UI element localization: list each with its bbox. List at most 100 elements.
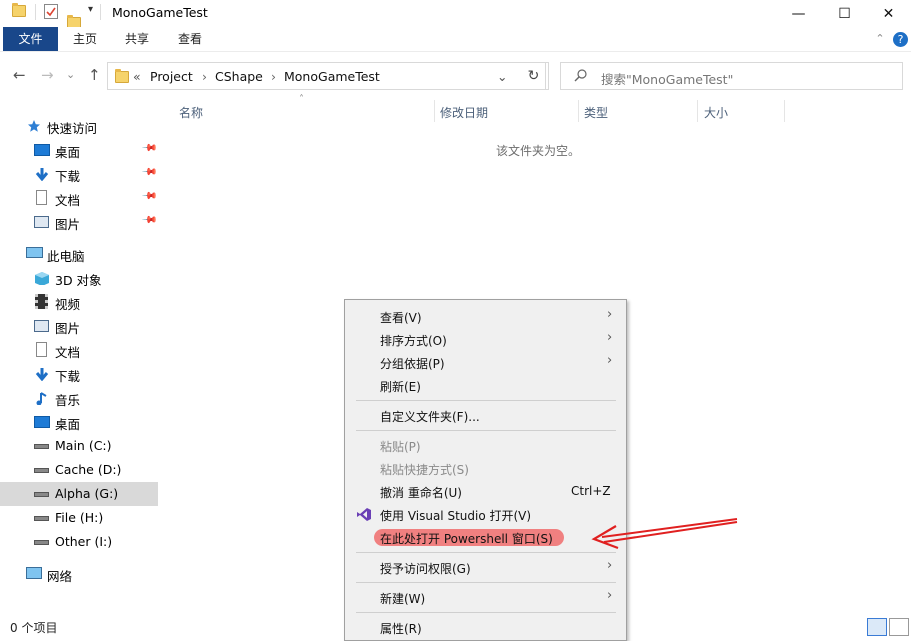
nav-3d-objects[interactable]: 3D 对象 <box>0 266 158 290</box>
column-divider[interactable] <box>784 100 785 122</box>
menu-label: 属性(R) <box>380 622 422 636</box>
menu-item-sort[interactable]: 排序方式(O) › <box>345 328 626 351</box>
nav-drive-h[interactable]: File (H:) <box>0 506 158 530</box>
pin-icon[interactable]: 📌 <box>141 212 158 229</box>
menu-item-properties[interactable]: 属性(R) <box>345 616 626 639</box>
ribbon-collapse-icon[interactable]: ⌃ <box>872 27 888 51</box>
breadcrumb-separator[interactable]: › <box>202 69 207 84</box>
pin-icon[interactable]: 📌 <box>141 140 158 157</box>
column-name[interactable]: 名称 <box>179 104 203 121</box>
nav-pc-downloads[interactable]: 下载 <box>0 362 158 386</box>
menu-label: 查看(V) <box>380 311 422 325</box>
column-type[interactable]: 类型 <box>584 104 608 121</box>
nav-label: File (H:) <box>55 510 104 525</box>
menu-item-new[interactable]: 新建(W) › <box>345 586 626 609</box>
nav-label: 网络 <box>47 569 73 584</box>
nav-pc-pictures[interactable]: 图片 <box>0 314 158 338</box>
item-count: 0 个项目 <box>10 621 58 635</box>
nav-label: Main (C:) <box>55 438 112 453</box>
nav-pictures[interactable]: 图片 📌 <box>0 210 158 234</box>
ribbon: 文件 主页 共享 查看 ⌃ ? <box>0 27 911 52</box>
breadcrumb-cshape[interactable]: CShape <box>215 69 263 84</box>
nav-pc-desktop[interactable]: 桌面 <box>0 410 158 434</box>
sort-indicator-icon: ˄ <box>299 94 304 105</box>
nav-documents[interactable]: 文档 📌 <box>0 186 158 210</box>
recent-locations-button[interactable]: ⌄ <box>66 68 75 81</box>
menu-item-view[interactable]: 查看(V) › <box>345 305 626 328</box>
nav-label: 下载 <box>55 169 81 184</box>
desktop-icon <box>34 416 50 428</box>
nav-quick-access[interactable]: 快速访问 <box>0 114 158 138</box>
breadcrumb-separator[interactable]: › <box>271 69 276 84</box>
menu-item-customize[interactable]: 自定义文件夹(F)... <box>345 404 626 427</box>
address-bar[interactable]: « Project › CShape › MonoGameTest ⌄ <box>107 62 546 90</box>
column-divider[interactable] <box>697 100 698 122</box>
divider <box>35 4 36 20</box>
empty-folder-message: 该文件夹为空。 <box>496 144 581 158</box>
nav-label: 视频 <box>55 297 81 312</box>
help-icon[interactable]: ? <box>893 32 908 47</box>
tab-view[interactable]: 查看 <box>171 27 209 51</box>
address-dropdown-icon[interactable]: ⌄ <box>497 69 507 84</box>
quick-access-dropdown-icon[interactable]: ▾ <box>88 4 93 15</box>
tab-share[interactable]: 共享 <box>118 27 156 51</box>
menu-item-refresh[interactable]: 刷新(E) <box>345 374 626 397</box>
tab-home[interactable]: 主页 <box>66 27 104 51</box>
details-view-button[interactable] <box>867 618 887 636</box>
menu-item-grant-access[interactable]: 授予访问权限(G) › <box>345 556 626 579</box>
visual-studio-icon <box>357 508 371 521</box>
column-size[interactable]: 大小 <box>704 104 728 121</box>
search-placeholder: 搜索"MonoGameTest" <box>601 72 734 87</box>
properties-icon[interactable] <box>44 4 58 19</box>
up-button[interactable]: ↑ <box>88 66 101 84</box>
submenu-arrow-icon: › <box>607 330 613 345</box>
download-icon <box>35 168 49 181</box>
nav-music[interactable]: 音乐 <box>0 386 158 410</box>
download-icon <box>35 368 49 381</box>
nav-label: 文档 <box>55 345 81 360</box>
menu-label: 分组依据(P) <box>380 357 445 371</box>
menu-item-paste[interactable]: 粘贴(P) <box>345 434 626 457</box>
nav-this-pc[interactable]: 此电脑 <box>0 242 158 266</box>
forward-button[interactable]: → <box>41 66 54 84</box>
menu-item-paste-shortcut[interactable]: 粘贴快捷方式(S) <box>345 457 626 480</box>
back-button[interactable]: ← <box>13 66 26 84</box>
breadcrumb-monogametest[interactable]: MonoGameTest <box>284 69 380 84</box>
menu-label: 在此处打开 Powershell 窗口(S) <box>380 532 553 546</box>
pin-icon[interactable]: 📌 <box>141 188 158 205</box>
column-modified[interactable]: 修改日期 <box>440 104 488 121</box>
nav-drive-g[interactable]: Alpha (G:) <box>0 482 158 506</box>
nav-network[interactable]: 网络 <box>0 562 158 586</box>
column-divider[interactable] <box>578 100 579 122</box>
search-input[interactable]: 搜索"MonoGameTest" <box>560 62 903 90</box>
nav-pc-documents[interactable]: 文档 <box>0 338 158 362</box>
menu-item-group[interactable]: 分组依据(P) › <box>345 351 626 374</box>
document-icon <box>36 342 47 357</box>
large-icons-view-button[interactable] <box>889 618 909 636</box>
navigation-pane: 快速访问 桌面 📌 下载 📌 文档 📌 图片 📌 此电脑 3D 对象 视频 图片… <box>0 110 160 610</box>
breadcrumb-project[interactable]: Project <box>150 69 193 84</box>
nav-label: 快速访问 <box>47 121 98 136</box>
nav-drive-d[interactable]: Cache (D:) <box>0 458 158 482</box>
refresh-button[interactable]: ↻ <box>519 62 549 90</box>
breadcrumb-overflow[interactable]: « <box>133 69 141 84</box>
nav-desktop[interactable]: 桌面 📌 <box>0 138 158 162</box>
nav-downloads[interactable]: 下载 📌 <box>0 162 158 186</box>
menu-label: 排序方式(O) <box>380 334 447 348</box>
pin-icon[interactable]: 📌 <box>141 164 158 181</box>
pictures-icon <box>34 320 49 332</box>
nav-videos[interactable]: 视频 <box>0 290 158 314</box>
nav-label: 此电脑 <box>47 249 85 264</box>
menu-item-undo-rename[interactable]: 撤消 重命名(U) Ctrl+Z <box>345 480 626 503</box>
column-divider[interactable] <box>434 100 435 122</box>
drive-icon <box>34 468 49 473</box>
submenu-arrow-icon: › <box>607 558 613 573</box>
drive-icon <box>34 540 49 545</box>
close-button[interactable]: ✕ <box>866 0 911 27</box>
tab-file[interactable]: 文件 <box>3 27 58 51</box>
column-headers: ˄ 名称 修改日期 类型 大小 <box>164 94 911 122</box>
minimize-button[interactable]: — <box>776 0 821 27</box>
nav-drive-i[interactable]: Other (I:) <box>0 530 158 554</box>
nav-drive-c[interactable]: Main (C:) <box>0 434 158 458</box>
maximize-button[interactable]: ☐ <box>822 0 867 27</box>
